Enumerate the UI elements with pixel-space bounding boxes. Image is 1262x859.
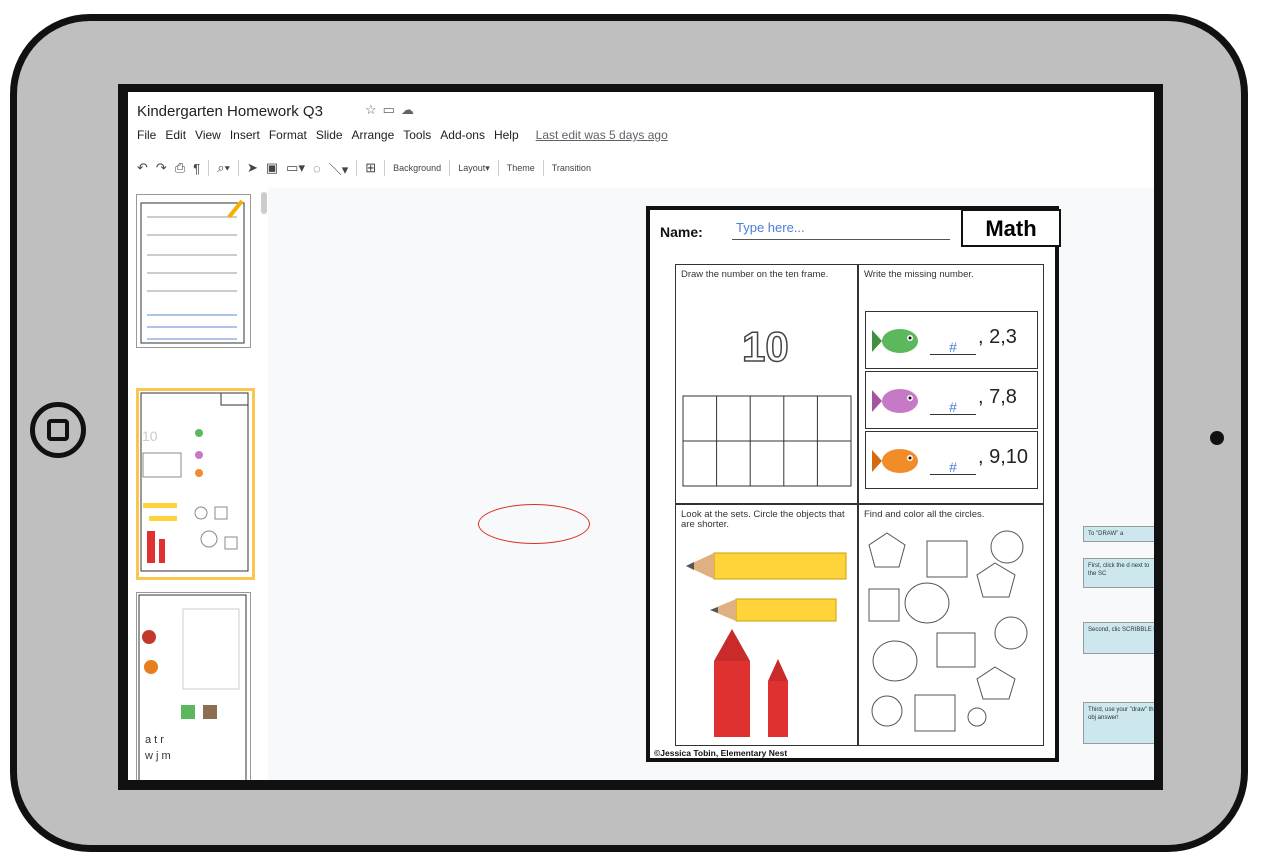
ten-frame-grid[interactable]: [682, 395, 852, 487]
instruction-note-3[interactable]: Second, clic SCRIBBLE t: [1083, 622, 1154, 654]
toolbar-divider: [497, 160, 499, 176]
copyright-text: ©Jessica Tobin, Elementary Nest: [654, 748, 788, 758]
instruction-note-2[interactable]: First, click the d next to the SC: [1083, 558, 1154, 588]
subject-header: Math: [961, 209, 1061, 247]
folder-icon[interactable]: ▭: [383, 102, 401, 117]
pencils-crayons-graphic[interactable]: [686, 545, 851, 740]
fish-row-2: # , 7,8: [865, 371, 1038, 429]
home-button[interactable]: [30, 402, 86, 458]
fish-row-3: # , 9,10: [865, 431, 1038, 489]
shapes-graphic[interactable]: [865, 527, 1041, 743]
menu-format[interactable]: Format: [269, 128, 307, 142]
fish-icon: [872, 449, 918, 473]
toolbar-divider: [449, 160, 451, 176]
slide-thumbnail-graphic: a t r w j m: [138, 594, 247, 780]
transition-button[interactable]: Transition: [552, 163, 591, 173]
svg-text:w j m: w j m: [144, 750, 171, 762]
camera-dot: [1210, 431, 1224, 445]
number-ten: 10: [741, 322, 789, 371]
ten-frame-prompt: Draw the number on the ten frame.: [681, 269, 829, 280]
svg-text:a t r: a t r: [145, 734, 164, 746]
fish-icon: [872, 329, 918, 353]
menu-edit[interactable]: Edit: [165, 128, 186, 142]
instruction-note-4[interactable]: Third, use your "draw" the obj answer!: [1083, 702, 1154, 744]
missing-number-prompt: Write the missing number.: [864, 269, 974, 280]
textbox-icon[interactable]: ▣: [266, 160, 278, 176]
number-sequence: , 9,10: [978, 446, 1029, 468]
menu-view[interactable]: View: [195, 128, 221, 142]
number-sequence: , 7,8: [978, 386, 1017, 408]
ten-frame-section: Draw the number on the ten frame. 10: [675, 264, 858, 504]
fish-icon: [872, 389, 918, 413]
print-icon[interactable]: ⎙: [175, 160, 185, 176]
missing-number-input[interactable]: #: [930, 340, 976, 355]
missing-number-input[interactable]: #: [930, 460, 976, 475]
menu-insert[interactable]: Insert: [230, 128, 260, 142]
menu-help[interactable]: Help: [494, 128, 519, 142]
last-edit-link[interactable]: Last edit was 5 days ago: [536, 128, 668, 142]
name-label: Name:: [660, 224, 703, 240]
title-icons: ☆▭☁: [365, 102, 420, 118]
toolbar: ↶ ↷ ⎙ ¶ ⌕▾ ➤ ▣ ▭▾ ◌ ＼▾ ⊞ Background Layo…: [137, 156, 591, 180]
name-input[interactable]: Type here...: [732, 218, 950, 240]
menu-addons[interactable]: Add-ons: [440, 128, 485, 142]
comment-icon[interactable]: ⊞: [365, 160, 376, 176]
shorter-objects-section: Look at the sets. Circle the objects tha…: [675, 504, 858, 746]
missing-number-input[interactable]: #: [930, 400, 976, 415]
slide-thumbnail-1[interactable]: [136, 194, 251, 348]
toolbar-divider: [356, 160, 358, 176]
shorter-objects-prompt: Look at the sets. Circle the objects tha…: [681, 509, 845, 530]
home-square-icon: [47, 419, 69, 441]
image-icon[interactable]: ▭▾: [286, 160, 305, 176]
fish-row-1: # , 2,3: [865, 311, 1038, 369]
slide-thumbnail-3[interactable]: a t r w j m: [136, 592, 251, 780]
toolbar-divider: [384, 160, 386, 176]
instruction-note-1[interactable]: To "DRAW" a: [1083, 526, 1154, 542]
star-icon[interactable]: ☆: [365, 102, 383, 117]
line-icon[interactable]: ＼▾: [329, 159, 349, 178]
layout-button[interactable]: Layout▾: [458, 163, 490, 174]
menu-arrange[interactable]: Arrange: [352, 128, 395, 142]
select-icon[interactable]: ➤: [247, 160, 258, 176]
paint-format-icon[interactable]: ¶: [193, 161, 200, 176]
background-button[interactable]: Background: [393, 163, 441, 173]
document-title[interactable]: Kindergarten Homework Q3: [137, 103, 323, 120]
slides-app: Kindergarten Homework Q3 ☆▭☁ File Edit V…: [128, 92, 1154, 780]
toolbar-divider: [542, 160, 544, 176]
slide-thumbnail-graphic: 10: [140, 392, 249, 572]
annotation-oval: [478, 504, 590, 544]
cloud-icon[interactable]: ☁: [401, 102, 420, 117]
toolbar-divider: [237, 160, 239, 176]
toolbar-divider: [208, 160, 210, 176]
shape-icon[interactable]: ◌: [313, 161, 321, 176]
theme-button[interactable]: Theme: [507, 163, 535, 173]
svg-text:10: 10: [142, 428, 158, 444]
menu-tools[interactable]: Tools: [403, 128, 431, 142]
filmstrip-scrollbar[interactable]: [261, 192, 267, 214]
zoom-icon[interactable]: ⌕▾: [217, 160, 230, 176]
circles-section: Find and color all the circles.: [858, 504, 1044, 746]
undo-icon[interactable]: ↶: [137, 160, 148, 176]
menu-bar: File Edit View Insert Format Slide Arran…: [137, 128, 668, 142]
circles-prompt: Find and color all the circles.: [864, 509, 985, 520]
redo-icon[interactable]: ↷: [156, 160, 167, 176]
menu-slide[interactable]: Slide: [316, 128, 343, 142]
slide-filmstrip: 10 a t r w j m: [128, 188, 269, 780]
slide-thumbnail-graphic: [140, 199, 245, 344]
menu-file[interactable]: File: [137, 128, 156, 142]
slide-thumbnail-2-selected[interactable]: 10: [136, 388, 255, 580]
missing-number-section: Write the missing number. # , 2,3 # , 7,…: [858, 264, 1044, 504]
slide-editor: Name: Type here... Math Draw the number …: [646, 206, 1061, 762]
number-sequence: , 2,3: [978, 326, 1017, 348]
